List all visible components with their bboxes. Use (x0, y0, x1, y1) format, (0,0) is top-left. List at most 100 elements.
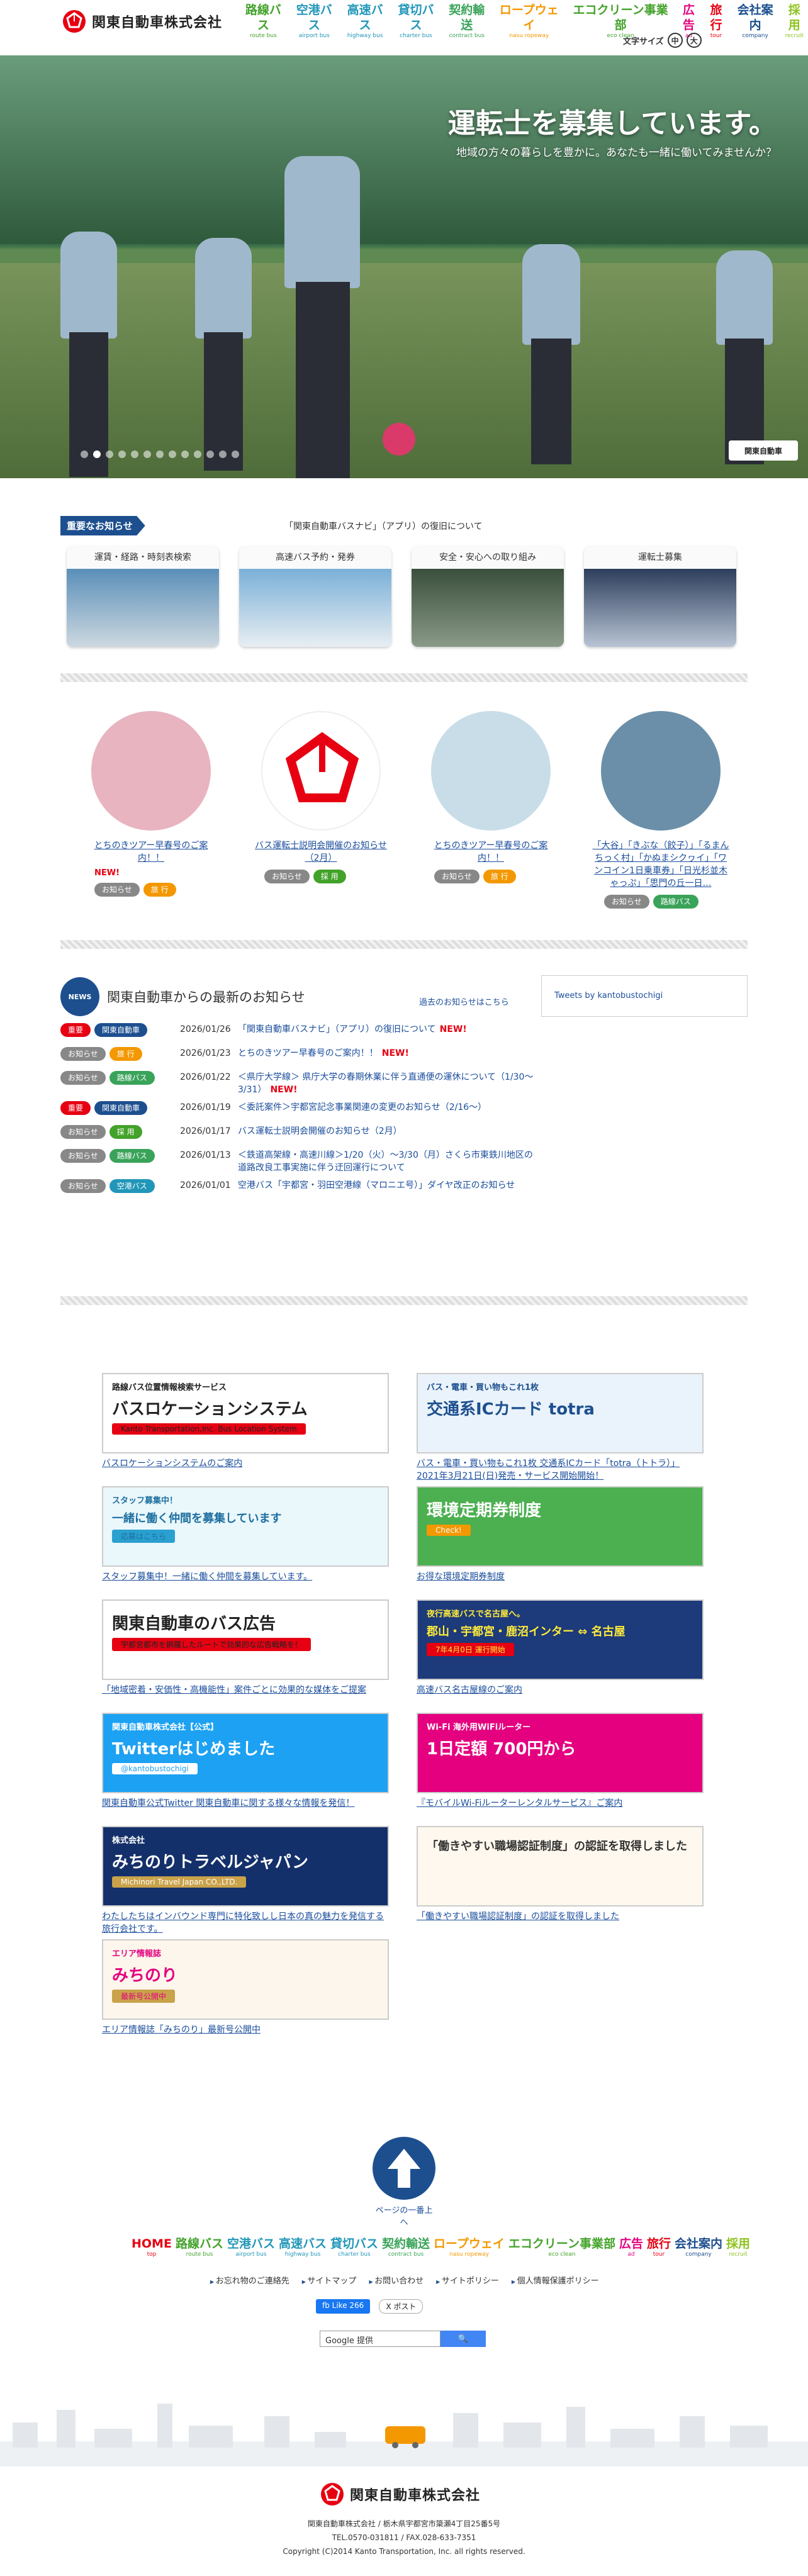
footer-link[interactable]: サイトポリシー (436, 2274, 499, 2286)
pickup-image[interactable] (431, 711, 551, 831)
news-link[interactable]: ＜委託案件＞宇都宮記念事業関連の変更のお知らせ（2/16～） (238, 1102, 486, 1112)
feature-card[interactable]: 運転士募集 (584, 546, 736, 647)
banner-caption[interactable]: 高速バス名古屋線のご案内 (417, 1684, 704, 1696)
nav-item-1[interactable]: 路線バス route bus (174, 2236, 225, 2258)
nav-item-7[interactable]: エコクリーン事業部 eco clean (507, 2236, 617, 2258)
news-link[interactable]: とちのきツアー早春号のご案内！！ (238, 1048, 378, 1058)
search-input[interactable]: Google 提供 (320, 2331, 440, 2347)
banner-image[interactable]: 「働きやすい職場認証制度」の認証を取得しました (417, 1826, 704, 1907)
pickup-image[interactable] (261, 711, 381, 831)
slider-dot[interactable] (219, 451, 227, 458)
nav-item-0[interactable]: 路線バス route bus (238, 3, 289, 39)
banner-item[interactable]: 環境定期券制度 Check! お得な環境定期券制度 (417, 1486, 704, 1583)
nav-item-9[interactable]: 旅行 tour (645, 2236, 673, 2258)
pickup-title[interactable]: バス運転士説明会開催のお知らせ（2月） (252, 839, 390, 865)
banner-caption[interactable]: 『モバイルWi-Fiルーターレンタルサービス』ご案内 (417, 1797, 704, 1810)
page-top-label[interactable]: ページの一番上へ (373, 2204, 435, 2227)
footer-link[interactable]: お問い合わせ (369, 2274, 424, 2286)
banner-image[interactable]: 環境定期券制度 Check! (417, 1486, 704, 1567)
nav-item-6[interactable]: ロープウェイ nasu ropeway (432, 2236, 507, 2258)
font-size-large-button[interactable]: 大 (686, 33, 702, 48)
banner-image[interactable]: バス・電車・買い物もこれ1枚 交通系ICカード totra (417, 1373, 704, 1453)
banner-caption[interactable]: エリア情報誌「みちのり」最新号公開中 (102, 2024, 389, 2036)
nav-item-10[interactable]: 会社案内 company (673, 2236, 724, 2258)
banner-image[interactable]: エリア情報誌 みちのり 最新号公開中 (102, 1939, 389, 2020)
nav-item-3[interactable]: 高速バス highway bus (277, 2236, 328, 2258)
nav-item-5[interactable]: ロープウェイ nasu ropeway (492, 3, 566, 39)
banner-image[interactable]: 株式会社 みちのりトラベルジャパン Michinori Travel Japan C… (102, 1826, 389, 1907)
news-link[interactable]: 空港バス「宇都宮・羽田空港線（マロニエ号）」ダイヤ改正のお知らせ (238, 1180, 515, 1190)
slider-dot[interactable] (143, 451, 151, 458)
nav-item-2[interactable]: 空港バス airport bus (225, 2236, 277, 2258)
twitter-timeline[interactable]: Tweets by kantobustochigi (541, 975, 748, 1017)
slider-dot[interactable] (194, 451, 201, 458)
nav-item-0[interactable]: HOME top (130, 2236, 174, 2258)
slider-dot[interactable] (93, 451, 101, 458)
banner-item[interactable]: 夜行高速バスで名古屋へ。 郡山・宇都宮・鹿沼インター ⇔ 名古屋 7年4月0日 運行… (417, 1599, 704, 1696)
facebook-like-button[interactable]: fb Like 266 (316, 2299, 371, 2314)
nav-item-4[interactable]: 貸切バス charter bus (328, 2236, 380, 2258)
news-link[interactable]: 「関東自動車バスナビ」（アプリ）の復旧について (238, 1024, 436, 1034)
banner-image[interactable]: Wi-Fi 海外用WiFiルーター 1日定額 700円から (417, 1713, 704, 1793)
search-button[interactable]: 🔍 (440, 2331, 486, 2347)
pickup-title[interactable]: 「大谷」「きぶな（餃子）」「るまんちっく村」「かぬまシクヮイ」「ワンコイン1日乗… (592, 839, 730, 890)
nav-item-1[interactable]: 空港バス airport bus (289, 3, 340, 39)
footer-link[interactable]: お忘れ物のご連絡先 (210, 2274, 289, 2286)
slider-dot[interactable] (169, 451, 176, 458)
banner-caption[interactable]: 「地域密着・安価性・高機能性」案件ごとに効果的な媒体をご提案 (102, 1684, 389, 1696)
footer-logo[interactable]: 関東自動車株式会社 (320, 2482, 480, 2507)
news-link[interactable]: バス運転士説明会開催のお知らせ（2月） (238, 1126, 402, 1136)
arrow-up-icon[interactable] (373, 2137, 435, 2200)
nav-item-5[interactable]: 契約輸送 contract bus (380, 2236, 432, 2258)
nav-item-3[interactable]: 貸切バス charter bus (391, 3, 442, 39)
banner-item[interactable]: 関東自動車株式会社【公式】 Twitterはじめました @kantobustochi… (102, 1713, 389, 1810)
footer-link[interactable]: 個人情報保護ポリシー (512, 2274, 599, 2286)
pickup-item[interactable]: とちのきツアー早春号のご案内！！ お知らせ旅 行 (422, 711, 560, 909)
pickup-item[interactable]: バス運転士説明会開催のお知らせ（2月） お知らせ採 用 (252, 711, 390, 909)
pickup-item[interactable]: 「大谷」「きぶな（餃子）」「るまんちっく村」「かぬまシクヮイ」「ワンコイン1日乗… (592, 711, 730, 909)
nav-item-11[interactable]: 採用 recruit (724, 2236, 752, 2258)
slider-dot[interactable] (206, 451, 214, 458)
banner-caption[interactable]: バスロケーションシステムのご案内 (102, 1457, 389, 1470)
banner-item[interactable]: 株式会社 みちのりトラベルジャパン Michinori Travel Japan C… (102, 1826, 389, 1935)
site-logo[interactable]: 関東自動車株式会社 (62, 9, 222, 34)
banner-caption[interactable]: スタッフ募集中！一緒に働く仲間を募集しています。 (102, 1571, 389, 1583)
slider-dot[interactable] (106, 451, 113, 458)
banner-image[interactable]: スタッフ募集中！ 一緒に働く仲間を募集しています 応募はこちら (102, 1486, 389, 1567)
banner-caption[interactable]: 関東自動車公式Twitter 関東自動車に関する様々な情報を発信！ (102, 1797, 389, 1810)
news-link[interactable]: ＜鉄道高架線・高速川線＞1/20（火）～3/30（月）さくら市東鉄川地区の道路改… (238, 1150, 533, 1173)
news-archive-link[interactable]: 過去のお知らせはこちら (419, 995, 509, 1007)
nav-item-8[interactable]: 旅行 tour (702, 3, 729, 39)
feature-card[interactable]: 安全・安心への取り組み (412, 546, 564, 647)
banner-image[interactable]: 関東自動車のバス広告 宇都宮都市を網羅したルートで効果的な広告戦略を！ (102, 1599, 389, 1680)
pickup-item[interactable]: とちのきツアー早春号のご案内！！ NEW! お知らせ旅 行 (82, 711, 220, 909)
banner-item[interactable]: 「働きやすい職場認証制度」の認証を取得しました「働きやすい職場認証制度」の認証を… (417, 1826, 704, 1923)
banner-caption[interactable]: 「働きやすい職場認証制度」の認証を取得しました (417, 1910, 704, 1923)
pickup-title[interactable]: とちのきツアー早春号のご案内！！ (422, 839, 560, 865)
nav-item-9[interactable]: 会社案内 company (730, 3, 781, 39)
banner-image[interactable]: 関東自動車株式会社【公式】 Twitterはじめました @kantobustochi… (102, 1713, 389, 1793)
nav-item-4[interactable]: 契約輸送 contract bus (441, 3, 492, 39)
feature-card[interactable]: 高速バス予約・発券 (239, 546, 391, 647)
pickup-title[interactable]: とちのきツアー早春号のご案内！！ (82, 839, 220, 865)
banner-item[interactable]: スタッフ募集中！ 一緒に働く仲間を募集しています 応募はこちらスタッフ募集中！一緒に… (102, 1486, 389, 1583)
pickup-image[interactable] (91, 711, 211, 831)
nav-item-10[interactable]: 採用 recruit (781, 3, 808, 39)
banner-item[interactable]: Wi-Fi 海外用WiFiルーター 1日定額 700円から『モバイルWi-Fiルー… (417, 1713, 704, 1810)
page-top[interactable]: ページの一番上へ (373, 2137, 435, 2227)
font-size-mid-button[interactable]: 中 (667, 33, 683, 48)
banner-item[interactable]: バス・電車・買い物もこれ1枚 交通系ICカード totra バス・電車・買い物もこれ… (417, 1373, 704, 1482)
x-post-button[interactable]: X ポスト (379, 2299, 424, 2314)
banner-caption[interactable]: お得な環境定期券制度 (417, 1571, 704, 1583)
slider-dot[interactable] (81, 451, 88, 458)
nav-item-8[interactable]: 広告 ad (617, 2236, 645, 2258)
slider-dot[interactable] (156, 451, 164, 458)
pickup-image[interactable] (601, 711, 721, 831)
feature-card[interactable]: 運賃・経路・時刻表検索 (67, 546, 219, 647)
hero-slider[interactable]: 運転士を募集しています。 地域の方々の暮らしを豊かに。あなたも一緒に働いてみませ… (0, 55, 808, 478)
banner-item[interactable]: 路線バス位置情報検索サービス バスロケーションシステム Kanto Transpor… (102, 1373, 389, 1470)
slider-dot[interactable] (131, 451, 138, 458)
banner-image[interactable]: 路線バス位置情報検索サービス バスロケーションシステム Kanto Transpor… (102, 1373, 389, 1453)
banner-item[interactable]: エリア情報誌 みちのり 最新号公開中エリア情報誌「みちのり」最新号公開中 (102, 1939, 389, 2036)
banner-image[interactable]: 夜行高速バスで名古屋へ。 郡山・宇都宮・鹿沼インター ⇔ 名古屋 7年4月0日 運行… (417, 1599, 704, 1680)
